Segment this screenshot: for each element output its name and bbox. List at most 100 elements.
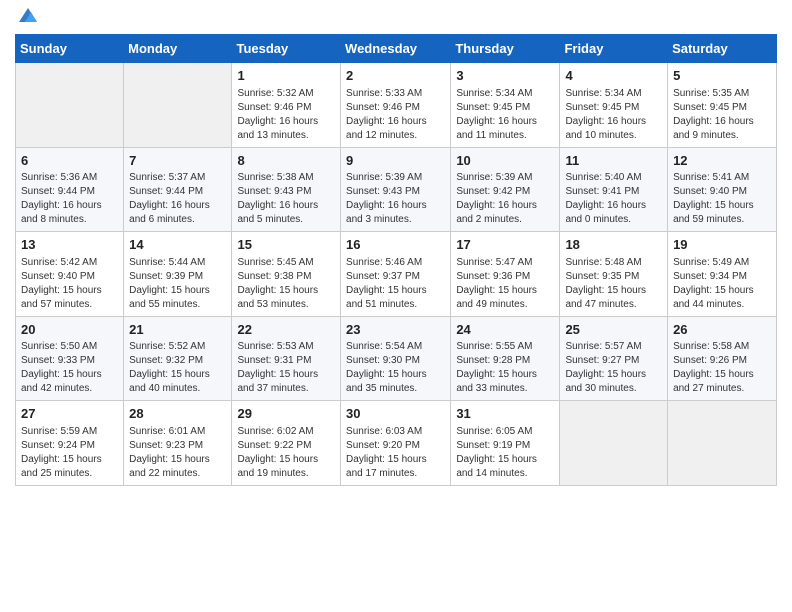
calendar-week-2: 6Sunrise: 5:36 AM Sunset: 9:44 PM Daylig… — [16, 147, 777, 232]
day-number: 7 — [129, 152, 226, 170]
calendar-cell: 5 Sunrise: 5:35 AM Sunset: 9:45 PM Daylig… — [668, 63, 777, 148]
day-number: 17 — [456, 236, 554, 254]
day-number: 18 — [565, 236, 662, 254]
calendar-week-1: 1 Sunrise: 5:32 AM Sunset: 9:46 PM Daylig… — [16, 63, 777, 148]
calendar-cell — [668, 401, 777, 486]
day-info: Sunrise: 5:35 AM Sunset: 9:45 PM Dayligh… — [673, 87, 771, 143]
day-info: Sunrise: 6:03 AM Sunset: 9:20 PM Dayligh… — [346, 425, 445, 481]
header — [15, 10, 777, 26]
day-number: 29 — [237, 405, 335, 423]
calendar-cell: 3 Sunrise: 5:34 AM Sunset: 9:45 PM Daylig… — [451, 63, 560, 148]
day-number: 2 — [346, 67, 445, 85]
day-number: 26 — [673, 321, 771, 339]
day-number: 20 — [21, 321, 118, 339]
day-info: Sunrise: 5:45 AM Sunset: 9:38 PM Dayligh… — [237, 256, 335, 312]
calendar-cell: 12Sunrise: 5:41 AM Sunset: 9:40 PM Dayli… — [668, 147, 777, 232]
calendar-cell: 17 Sunrise: 5:47 AM Sunset: 9:36 PM Dayli… — [451, 232, 560, 317]
calendar-cell: 24Sunrise: 5:55 AM Sunset: 9:28 PM Dayli… — [451, 316, 560, 401]
day-number: 30 — [346, 405, 445, 423]
day-number: 25 — [565, 321, 662, 339]
day-info: Sunrise: 5:57 AM Sunset: 9:27 PM Dayligh… — [565, 340, 662, 396]
calendar-cell: 10Sunrise: 5:39 AM Sunset: 9:42 PM Dayli… — [451, 147, 560, 232]
day-number: 3 — [456, 67, 554, 85]
weekday-header-saturday: Saturday — [668, 35, 777, 63]
day-info: Sunrise: 5:41 AM Sunset: 9:40 PM Dayligh… — [673, 171, 771, 227]
day-info: Sunrise: 5:52 AM Sunset: 9:32 PM Dayligh… — [129, 340, 226, 396]
calendar-cell: 25Sunrise: 5:57 AM Sunset: 9:27 PM Dayli… — [560, 316, 668, 401]
day-number: 16 — [346, 236, 445, 254]
calendar-cell: 22Sunrise: 5:53 AM Sunset: 9:31 PM Dayli… — [232, 316, 341, 401]
calendar-cell: 16Sunrise: 5:46 AM Sunset: 9:37 PM Dayli… — [341, 232, 451, 317]
calendar-cell: 11Sunrise: 5:40 AM Sunset: 9:41 PM Dayli… — [560, 147, 668, 232]
calendar-cell: 1 Sunrise: 5:32 AM Sunset: 9:46 PM Daylig… — [232, 63, 341, 148]
day-info: Sunrise: 5:47 AM Sunset: 9:36 PM Dayligh… — [456, 256, 554, 312]
day-number: 11 — [565, 152, 662, 170]
calendar-cell: 27 Sunrise: 5:59 AM Sunset: 9:24 PM Dayli… — [16, 401, 124, 486]
calendar-cell: 26Sunrise: 5:58 AM Sunset: 9:26 PM Dayli… — [668, 316, 777, 401]
weekday-header-monday: Monday — [124, 35, 232, 63]
day-info: Sunrise: 6:05 AM Sunset: 9:19 PM Dayligh… — [456, 425, 554, 481]
day-number: 5 — [673, 67, 771, 85]
weekday-header-wednesday: Wednesday — [341, 35, 451, 63]
day-info: Sunrise: 5:36 AM Sunset: 9:44 PM Dayligh… — [21, 171, 118, 227]
day-number: 8 — [237, 152, 335, 170]
calendar-cell: 18 Sunrise: 5:48 AM Sunset: 9:35 PM Dayli… — [560, 232, 668, 317]
calendar-cell: 8Sunrise: 5:38 AM Sunset: 9:43 PM Daylig… — [232, 147, 341, 232]
calendar-cell — [124, 63, 232, 148]
day-info: Sunrise: 5:38 AM Sunset: 9:43 PM Dayligh… — [237, 171, 335, 227]
calendar-week-5: 27 Sunrise: 5:59 AM Sunset: 9:24 PM Dayli… — [16, 401, 777, 486]
day-info: Sunrise: 5:53 AM Sunset: 9:31 PM Dayligh… — [237, 340, 335, 396]
day-number: 19 — [673, 236, 771, 254]
day-number: 23 — [346, 321, 445, 339]
calendar-cell: 15 Sunrise: 5:45 AM Sunset: 9:38 PM Dayli… — [232, 232, 341, 317]
calendar-cell: 23Sunrise: 5:54 AM Sunset: 9:30 PM Dayli… — [341, 316, 451, 401]
calendar-header-row: SundayMondayTuesdayWednesdayThursdayFrid… — [16, 35, 777, 63]
day-number: 9 — [346, 152, 445, 170]
day-info: Sunrise: 5:32 AM Sunset: 9:46 PM Dayligh… — [237, 87, 335, 143]
day-info: Sunrise: 5:55 AM Sunset: 9:28 PM Dayligh… — [456, 340, 554, 396]
day-info: Sunrise: 5:59 AM Sunset: 9:24 PM Dayligh… — [21, 425, 118, 481]
calendar-cell: 4 Sunrise: 5:34 AM Sunset: 9:45 PM Daylig… — [560, 63, 668, 148]
day-info: Sunrise: 5:48 AM Sunset: 9:35 PM Dayligh… — [565, 256, 662, 312]
day-number: 21 — [129, 321, 226, 339]
day-info: Sunrise: 6:02 AM Sunset: 9:22 PM Dayligh… — [237, 425, 335, 481]
weekday-header-sunday: Sunday — [16, 35, 124, 63]
day-number: 10 — [456, 152, 554, 170]
day-info: Sunrise: 5:34 AM Sunset: 9:45 PM Dayligh… — [456, 87, 554, 143]
calendar-cell: 7Sunrise: 5:37 AM Sunset: 9:44 PM Daylig… — [124, 147, 232, 232]
day-info: Sunrise: 5:39 AM Sunset: 9:42 PM Dayligh… — [456, 171, 554, 227]
day-number: 27 — [21, 405, 118, 423]
day-info: Sunrise: 5:39 AM Sunset: 9:43 PM Dayligh… — [346, 171, 445, 227]
logo — [15, 14, 39, 26]
logo-text — [15, 14, 39, 26]
weekday-header-tuesday: Tuesday — [232, 35, 341, 63]
day-number: 22 — [237, 321, 335, 339]
calendar-table: SundayMondayTuesdayWednesdayThursdayFrid… — [15, 34, 777, 486]
day-info: Sunrise: 5:54 AM Sunset: 9:30 PM Dayligh… — [346, 340, 445, 396]
day-number: 24 — [456, 321, 554, 339]
day-info: Sunrise: 5:44 AM Sunset: 9:39 PM Dayligh… — [129, 256, 226, 312]
calendar-cell: 21Sunrise: 5:52 AM Sunset: 9:32 PM Dayli… — [124, 316, 232, 401]
calendar-cell — [560, 401, 668, 486]
calendar-cell: 13Sunrise: 5:42 AM Sunset: 9:40 PM Dayli… — [16, 232, 124, 317]
calendar-cell: 20Sunrise: 5:50 AM Sunset: 9:33 PM Dayli… — [16, 316, 124, 401]
weekday-header-thursday: Thursday — [451, 35, 560, 63]
day-info: Sunrise: 5:58 AM Sunset: 9:26 PM Dayligh… — [673, 340, 771, 396]
day-info: Sunrise: 5:40 AM Sunset: 9:41 PM Dayligh… — [565, 171, 662, 227]
calendar-cell: 30 Sunrise: 6:03 AM Sunset: 9:20 PM Dayli… — [341, 401, 451, 486]
calendar-week-3: 13Sunrise: 5:42 AM Sunset: 9:40 PM Dayli… — [16, 232, 777, 317]
calendar-cell: 31Sunrise: 6:05 AM Sunset: 9:19 PM Dayli… — [451, 401, 560, 486]
day-number: 15 — [237, 236, 335, 254]
calendar-cell: 9Sunrise: 5:39 AM Sunset: 9:43 PM Daylig… — [341, 147, 451, 232]
day-info: Sunrise: 5:34 AM Sunset: 9:45 PM Dayligh… — [565, 87, 662, 143]
logo-icon — [17, 4, 39, 26]
weekday-header-friday: Friday — [560, 35, 668, 63]
day-number: 1 — [237, 67, 335, 85]
day-info: Sunrise: 5:49 AM Sunset: 9:34 PM Dayligh… — [673, 256, 771, 312]
day-number: 4 — [565, 67, 662, 85]
calendar-cell: 28Sunrise: 6:01 AM Sunset: 9:23 PM Dayli… — [124, 401, 232, 486]
day-number: 13 — [21, 236, 118, 254]
calendar-cell: 6Sunrise: 5:36 AM Sunset: 9:44 PM Daylig… — [16, 147, 124, 232]
page: SundayMondayTuesdayWednesdayThursdayFrid… — [0, 0, 792, 612]
calendar-cell: 14Sunrise: 5:44 AM Sunset: 9:39 PM Dayli… — [124, 232, 232, 317]
